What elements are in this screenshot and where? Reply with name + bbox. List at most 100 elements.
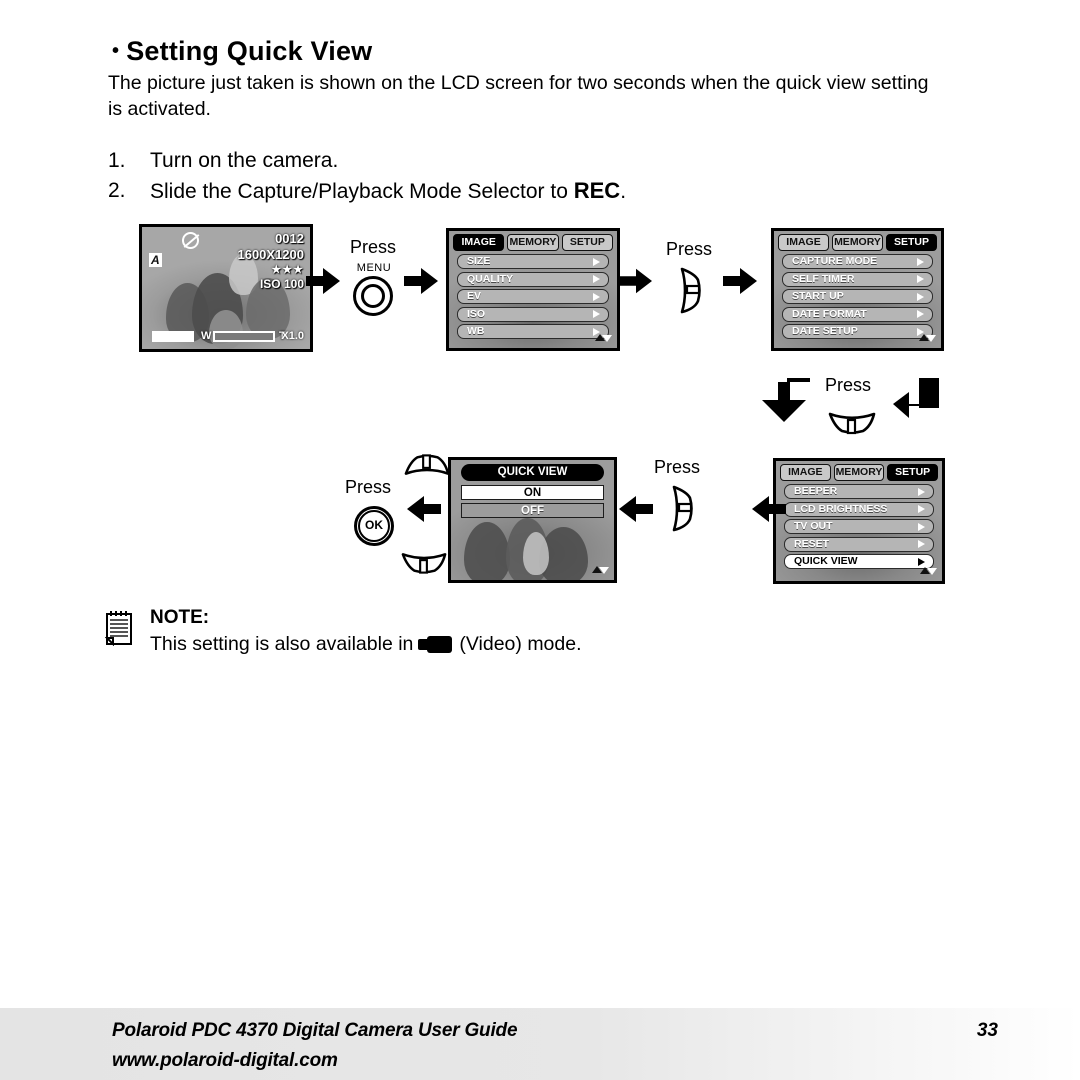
bullet-glyph: • [112, 40, 120, 62]
menu-item-wb[interactable]: WB [457, 324, 609, 339]
flow-arrow-turn-down [762, 378, 810, 422]
menu-item-label: SELF TIMER [792, 272, 855, 285]
setup-menu-screen-page1: IMAGE MEMORY SETUP CAPTURE MODE SELF TIM… [771, 228, 944, 351]
note-block: NOTE: This setting is also available in … [104, 606, 825, 658]
tab-memory[interactable]: MEMORY [832, 234, 883, 251]
menu-button-ring-icon [353, 276, 393, 316]
menu-item-label: ISO [467, 307, 486, 320]
menu-item-quick-view[interactable]: QUICK VIEW [784, 554, 934, 569]
menu-item-date-format[interactable]: DATE FORMAT [782, 306, 933, 322]
video-mode-icon [418, 635, 453, 653]
chevron-right-icon [918, 522, 925, 531]
right-rocker-key[interactable] [668, 484, 696, 532]
intro-paragraph: The picture just taken is shown on the L… [108, 72, 929, 120]
menu-item-label: QUALITY [467, 272, 514, 285]
flow-arrow-right [404, 268, 438, 294]
menu-item-label: WB [467, 325, 485, 337]
flash-off-icon [182, 232, 199, 249]
menu-item-start-up[interactable]: START UP [782, 289, 933, 304]
menu-button[interactable]: MENU [353, 262, 395, 320]
page-footer: Polaroid PDC 4370 Digital Camera User Gu… [0, 1008, 1080, 1080]
image-menu-screen: IMAGE MEMORY SETUP SIZE QUALITY EV ISO W… [446, 228, 620, 351]
down-rocker-key[interactable] [400, 548, 448, 578]
menu-item-size[interactable]: SIZE [457, 254, 609, 269]
scroll-down-icon [599, 567, 609, 574]
menu-item-beeper[interactable]: BEEPER [784, 484, 934, 499]
resolution-label: 1600X1200 [237, 247, 304, 262]
battery-icon [152, 331, 194, 342]
page-title: • Setting Quick View [112, 36, 372, 67]
step-text-before: Slide the Capture/Playback Mode Selector… [150, 180, 574, 203]
quick-view-option-off[interactable]: OFF [461, 503, 604, 518]
tab-image[interactable]: IMAGE [453, 234, 505, 251]
menu-tabs: IMAGE MEMORY SETUP [780, 464, 939, 481]
menu-item-ev[interactable]: EV [457, 289, 609, 304]
zoom-bar [213, 331, 275, 342]
menu-item-reset[interactable]: RESET [784, 536, 934, 552]
flow-arrow-right [306, 268, 340, 294]
chevron-right-icon [917, 310, 924, 318]
menu-item-iso[interactable]: ISO [457, 306, 609, 322]
lcd-osd-overlay: A 0012 1600X1200 ★★★ ISO 100 W T X1.0 [142, 227, 310, 349]
menu-item-label: EV [467, 290, 482, 302]
press-label: Press [825, 375, 872, 395]
tab-setup[interactable]: SETUP [887, 464, 939, 481]
setup-menu-screen-page2: IMAGE MEMORY SETUP BEEPER LCD BRIGHTNESS… [773, 458, 945, 584]
menu-item-tv-out[interactable]: TV OUT [784, 519, 934, 534]
tab-image[interactable]: IMAGE [780, 464, 831, 481]
tab-setup[interactable]: SETUP [561, 234, 613, 251]
step-emphasis: REC [573, 178, 621, 203]
menu-tabs: IMAGE MEMORY SETUP [453, 234, 613, 251]
press-label: Press [350, 237, 397, 257]
step-list: 1. Turn on the camera. 2. Slide the Capt… [108, 146, 948, 207]
footer-website: www.polaroid-digital.com [112, 1050, 338, 1071]
menu-item-label: CAPTURE MODE [792, 255, 878, 267]
menu-item-label: START UP [792, 290, 844, 302]
wide-label: W [201, 330, 212, 342]
tab-memory[interactable]: MEMORY [507, 234, 559, 251]
chevron-right-icon [918, 557, 925, 566]
note-text-after: (Video) mode. [459, 633, 582, 655]
flow-arrow-left [619, 496, 653, 522]
tab-image[interactable]: IMAGE [778, 234, 829, 251]
ok-button[interactable]: OK [354, 506, 394, 546]
zoom-factor: X1.0 [281, 330, 304, 342]
menu-item-self-timer[interactable]: SELF TIMER [782, 271, 933, 287]
tab-setup[interactable]: SETUP [886, 234, 937, 251]
page-number: 33 [976, 1020, 998, 1041]
quick-view-option-on[interactable]: ON [461, 485, 604, 500]
scroll-down-icon [926, 335, 936, 342]
scroll-indicator [920, 567, 937, 578]
notepad-icon [104, 610, 133, 651]
iso-label: ISO 100 [259, 277, 304, 291]
menu-item-capture-mode[interactable]: CAPTURE MODE [782, 254, 933, 269]
menu-item-label: SIZE [467, 255, 491, 267]
tab-memory[interactable]: MEMORY [833, 464, 885, 481]
chevron-right-icon [917, 292, 924, 301]
flow-arrow-left [752, 496, 786, 522]
flow-arrow-right [620, 268, 652, 294]
page-title-text: Setting Quick View [126, 36, 373, 66]
chevron-right-icon [593, 275, 600, 283]
menu-item-quality[interactable]: QUALITY [457, 271, 609, 287]
press-label: Press [666, 239, 713, 259]
note-text-before: This setting is also available in [150, 633, 414, 655]
menu-rows: CAPTURE MODE SELF TIMER START UP DATE FO… [782, 254, 933, 342]
white-balance-auto-icon: A [149, 253, 162, 267]
chevron-right-icon [918, 540, 925, 548]
menu-item-lcd-brightness[interactable]: LCD BRIGHTNESS [784, 501, 934, 517]
menu-item-label: TV OUT [794, 520, 833, 532]
menu-tabs: IMAGE MEMORY SETUP [778, 234, 937, 251]
quick-view-options: ON OFF [461, 485, 604, 521]
ok-button-label: OK [358, 510, 390, 542]
menu-rows: BEEPER LCD BRIGHTNESS TV OUT RESET QUICK… [784, 484, 934, 572]
scroll-indicator [919, 334, 936, 345]
menu-item-date-setup[interactable]: DATE SETUP [782, 324, 933, 339]
chevron-right-icon [918, 505, 925, 513]
step-number: 1. [108, 149, 126, 172]
right-rocker-key[interactable] [676, 266, 704, 314]
chevron-right-icon [918, 487, 925, 496]
down-rocker-key[interactable] [827, 408, 877, 438]
up-rocker-key[interactable] [403, 450, 451, 480]
menu-button-label: MENU [356, 262, 392, 274]
